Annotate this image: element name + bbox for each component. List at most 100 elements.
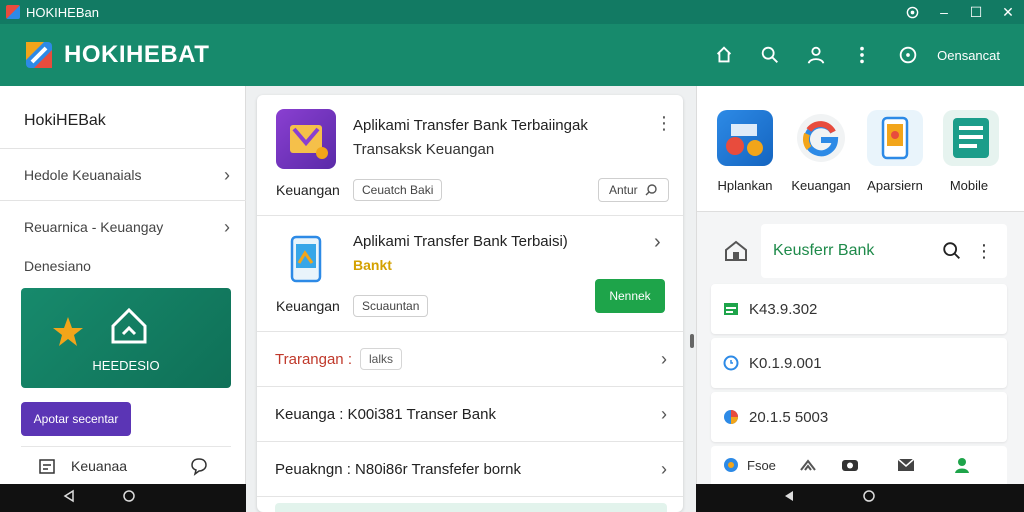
- app-icon: [6, 5, 20, 19]
- mail-icon[interactable]: [896, 455, 916, 475]
- transfer-value: 20.1.5 5003: [749, 408, 829, 426]
- app1-action-label: Antur: [609, 183, 638, 197]
- divider: [257, 215, 683, 216]
- window-titlebar: HOKIHEBan – ☐ ✕: [0, 0, 1024, 24]
- app2-subtitle: Bankt: [353, 257, 392, 273]
- transfer-card[interactable]: 20.1.5 5003: [711, 392, 1007, 442]
- app-header: HOKIHEBAT Oensancat: [0, 24, 1024, 86]
- app2-title[interactable]: Aplikami Transfer Bank Terbaisi): [353, 233, 568, 250]
- transfer-value: K0.1.9.001: [749, 354, 822, 372]
- chevron-right-icon: ›: [661, 348, 667, 369]
- profile-icon[interactable]: [952, 455, 972, 475]
- chevron-right-icon: ›: [224, 164, 230, 185]
- chat-icon: [191, 457, 207, 476]
- app-shortcut-label: Hplankan: [717, 178, 773, 193]
- bottom-tab-bar: Fsoe: [711, 446, 1007, 484]
- signal-icon[interactable]: [798, 455, 818, 475]
- chevron-right-icon[interactable]: ›: [654, 231, 661, 254]
- app-shortcuts: Hplankan Keuangan Aparsiern Mobile: [697, 86, 1024, 212]
- transfer-value: K43.9.302: [749, 300, 818, 318]
- close-button[interactable]: ✕: [992, 0, 1024, 24]
- chevron-right-icon: ›: [661, 403, 667, 424]
- list-item-label: Trarangan :: [275, 350, 352, 368]
- list-item-label: Peuakngn : N80i86r Transfefer bornk: [275, 460, 521, 478]
- promo-text: HEEDESIO: [92, 358, 160, 373]
- promo-banner[interactable]: HEEDESIO: [21, 288, 231, 388]
- app1-action-button[interactable]: Antur: [598, 178, 669, 202]
- sidebar-action-button[interactable]: Apotar secentar: [21, 402, 131, 436]
- chevron-right-icon: ›: [224, 216, 230, 237]
- transfer-card[interactable]: K0.1.9.001: [711, 338, 1007, 388]
- panel-resize-handle[interactable]: [690, 334, 694, 348]
- window-title: HOKIHEBan: [26, 4, 99, 20]
- app-shortcut-label: Keuangan: [791, 178, 851, 193]
- list-item-chip[interactable]: lalks: [360, 348, 403, 370]
- install-button[interactable]: Nennek: [595, 279, 665, 313]
- sidebar-item-label: Reuarnica - Keuangay: [24, 219, 164, 235]
- more-icon[interactable]: [839, 24, 885, 86]
- transfer-card[interactable]: K43.9.302: [711, 284, 1007, 334]
- home-circle-icon[interactable]: [122, 489, 136, 508]
- more-icon[interactable]: ⋮: [655, 113, 673, 134]
- search-bar[interactable]: Keusferr Bank ⋮: [761, 224, 1007, 278]
- home-circle-icon[interactable]: [862, 489, 876, 508]
- app2-chip[interactable]: Scuauntan: [353, 295, 429, 317]
- divider: [0, 148, 246, 149]
- wallet-icon[interactable]: [721, 455, 741, 475]
- user-icon[interactable]: [793, 24, 839, 86]
- help-icon[interactable]: [896, 0, 928, 24]
- list-item[interactable]: Keuanga : K00i381 Transer Bank ›: [275, 400, 667, 428]
- back-icon[interactable]: [782, 489, 796, 508]
- divider: [0, 200, 246, 201]
- status-circle-icon[interactable]: [885, 24, 931, 86]
- app1-category: Keuangan: [276, 182, 340, 198]
- search-icon[interactable]: [747, 24, 793, 86]
- app2-category: Keuangan: [276, 298, 340, 314]
- search-input[interactable]: Keusferr Bank: [773, 242, 941, 260]
- sidebar-item-keuangan[interactable]: Hedole Keuanaials ›: [24, 163, 230, 187]
- app-shortcut-icon[interactable]: [793, 110, 849, 166]
- list-item[interactable]: Trarangan : lalks ›: [275, 345, 667, 373]
- list-item[interactable]: Peuakngn : N80i86r Transfefer bornk ›: [275, 455, 667, 483]
- search-icon[interactable]: [941, 240, 963, 262]
- bank-icon[interactable]: [723, 238, 749, 264]
- pie-icon: [724, 410, 738, 424]
- sidebar-bottom-item[interactable]: Keuanaa: [21, 446, 231, 484]
- list-item-label: Keuanga : K00i381 Transer Bank: [275, 405, 496, 423]
- app-shortcut-icon[interactable]: [943, 110, 999, 166]
- star-icon: [53, 317, 83, 346]
- divider: [257, 331, 683, 332]
- left-nav-bar: [0, 484, 246, 512]
- sidebar: HokiHEBak Hedole Keuanaials › Reuarnica …: [0, 86, 246, 484]
- list-icon: [724, 303, 738, 315]
- calendar-icon: [39, 458, 55, 474]
- clock-icon: [723, 355, 739, 371]
- sidebar-item-reuarnica[interactable]: Reuarnica - Keuangay ›: [24, 215, 230, 239]
- tab-label[interactable]: Fsoe: [747, 458, 776, 473]
- app1-chip[interactable]: Ceuatch Baki: [353, 179, 443, 201]
- minimize-button[interactable]: –: [928, 0, 960, 24]
- right-panel: Hplankan Keuangan Aparsiern Mobile Keusf…: [696, 86, 1024, 484]
- app1-title[interactable]: Aplikami Transfer Bank Terbaiingak: [353, 117, 588, 134]
- chevron-right-icon: ›: [661, 458, 667, 479]
- app1-icon[interactable]: [276, 109, 336, 169]
- app2-icon[interactable]: [276, 229, 336, 289]
- header-right-label[interactable]: Oensancat: [937, 48, 1000, 63]
- divider: [257, 386, 683, 387]
- right-nav-bar: [696, 484, 1024, 512]
- maximize-button[interactable]: ☐: [960, 0, 992, 24]
- more-icon[interactable]: ⋮: [975, 241, 993, 262]
- brand-name: HOKIHEBAT: [64, 41, 210, 68]
- app-shortcut-label: Aparsiern: [867, 178, 923, 193]
- camera-icon[interactable]: [840, 455, 860, 475]
- brand-logo-icon: [24, 40, 54, 70]
- home-icon[interactable]: [701, 24, 747, 86]
- back-icon[interactable]: [62, 489, 76, 508]
- divider: [257, 441, 683, 442]
- app-shortcut-label: Mobile: [949, 178, 989, 193]
- sidebar-bottom-label: Keuanaa: [71, 457, 128, 474]
- app-shortcut-icon[interactable]: [717, 110, 773, 166]
- app-list-panel: Aplikami Transfer Bank Terbaiingak Trans…: [257, 95, 683, 512]
- search-icon: [645, 184, 657, 196]
- app-shortcut-icon[interactable]: [867, 110, 923, 166]
